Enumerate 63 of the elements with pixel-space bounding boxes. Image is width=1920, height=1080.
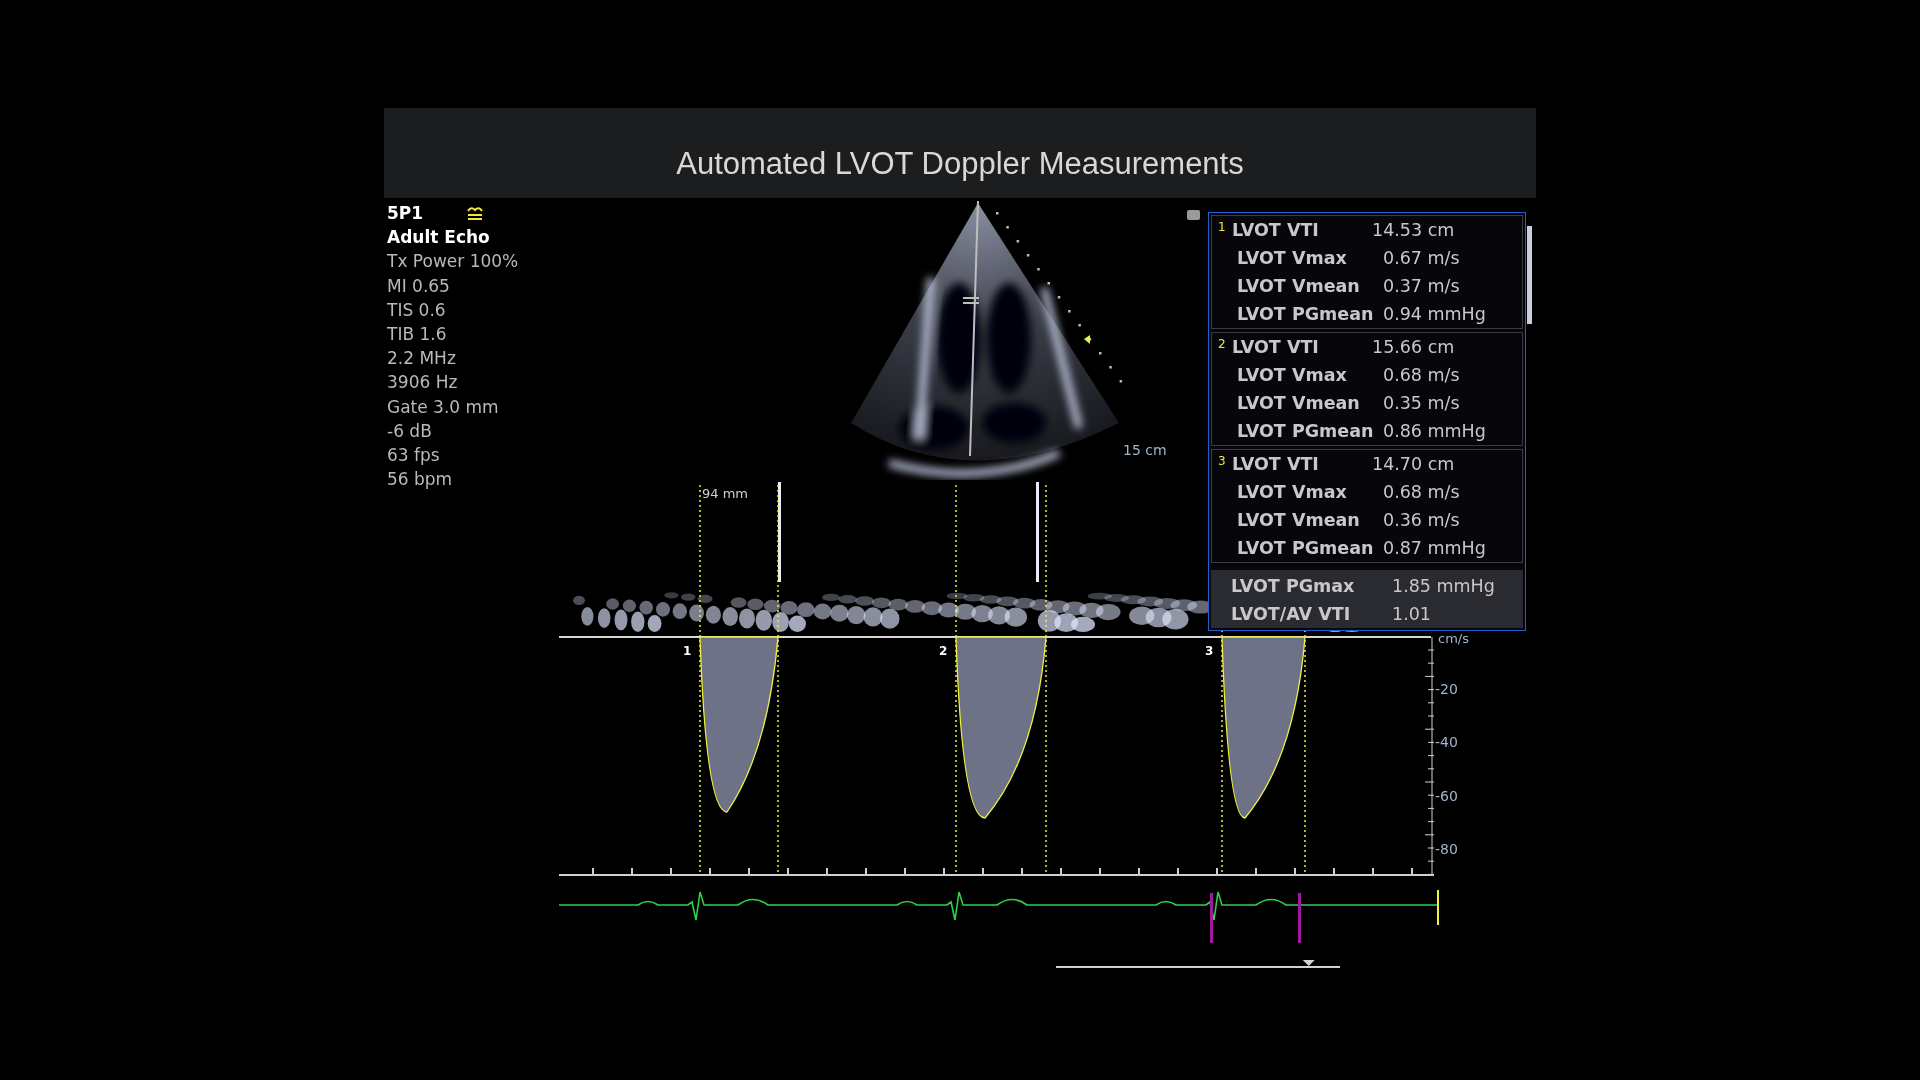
measurement-value: 1.85 mmHg — [1391, 576, 1496, 596]
scale-label: -20 — [1435, 681, 1458, 697]
imaging-parameter: -6 dB — [387, 419, 432, 443]
focus-marker-icon — [1084, 335, 1090, 344]
imaging-parameter: 2.2 MHz — [387, 347, 456, 371]
measurement-label: LVOT VTI — [1232, 220, 1320, 240]
measurement-value: 0.36 m/s — [1382, 510, 1461, 530]
measurement-label: LVOT PGmean — [1237, 421, 1372, 441]
review-slider-track[interactable] — [1056, 960, 1340, 967]
measurement-label: LVOT/AV VTI — [1231, 604, 1352, 624]
measurement-label: LVOT PGmean — [1237, 304, 1372, 324]
imaging-parameter: Gate 3.0 mm — [387, 395, 499, 419]
cycle-number: 1 — [683, 644, 692, 658]
measurement-value: 1.01 — [1391, 604, 1432, 624]
measurement-label: LVOT VTI — [1232, 337, 1320, 357]
scale-label: -80 — [1435, 841, 1458, 857]
cycle-number: 2 — [939, 644, 948, 658]
measurement-value: 0.67 m/s — [1382, 248, 1461, 268]
measurement-group-number: 3 — [1217, 453, 1227, 468]
screen-title: Automated LVOT Doppler Measurements — [676, 146, 1244, 182]
sweep-label: 94 mm — [702, 486, 748, 501]
r-wave-marker — [1298, 893, 1301, 943]
wave-lines-icon — [467, 206, 484, 221]
imaging-parameter: TIB 1.6 — [387, 323, 447, 346]
imaging-parameter: 3906 Hz — [387, 371, 458, 395]
measurement-value: 0.68 m/s — [1382, 482, 1461, 502]
measurement-value: 0.68 m/s — [1382, 365, 1461, 385]
scale-unit: cm/s — [1438, 631, 1469, 646]
depth-label: 15 cm — [1123, 442, 1167, 458]
measurement-label: LVOT Vmax — [1237, 365, 1348, 385]
measurement-value: 0.94 mmHg — [1382, 304, 1487, 324]
measurement-value: 0.35 m/s — [1382, 393, 1461, 413]
imaging-parameter: MI 0.65 — [387, 274, 450, 298]
preset-name: Adult Echo — [387, 226, 490, 250]
measurement-value: 0.86 mmHg — [1382, 421, 1487, 441]
r-wave-marker — [1210, 893, 1213, 943]
square-icon — [1187, 210, 1200, 220]
scale-label: -60 — [1435, 788, 1458, 804]
probe-name: 5P1 — [387, 202, 424, 225]
review-slider-thumb[interactable] — [1302, 960, 1315, 966]
scrollbar[interactable] — [1527, 226, 1532, 324]
imaging-parameter: Tx Power 100% — [387, 250, 519, 274]
cycle-number: 3 — [1205, 644, 1214, 658]
measurement-group-number: 1 — [1217, 219, 1227, 234]
measurement-value: 0.87 mmHg — [1382, 538, 1487, 558]
imaging-parameter: 56 bpm — [387, 468, 453, 492]
measurement-label: LVOT VTI — [1232, 454, 1320, 474]
measurement-label: LVOT Vmax — [1237, 482, 1348, 502]
measurement-label: LVOT Vmax — [1237, 248, 1348, 268]
measurement-label: LVOT PGmean — [1237, 538, 1372, 558]
imaging-parameter: TIS 0.6 — [387, 298, 446, 322]
measurement-label: LVOT PGmax — [1231, 576, 1356, 596]
measurement-label: LVOT Vmean — [1237, 393, 1361, 413]
measurement-value: 0.37 m/s — [1382, 276, 1461, 296]
measurement-group-number: 2 — [1217, 336, 1227, 351]
measurement-value: 14.53 cm — [1372, 220, 1456, 240]
ecg-cursor — [1437, 890, 1439, 925]
scale-label: -40 — [1435, 734, 1458, 750]
measurement-label: LVOT Vmean — [1237, 510, 1361, 530]
measurement-label: LVOT Vmean — [1237, 276, 1361, 296]
imaging-parameter: 63 fps — [387, 444, 440, 468]
measurement-value: 15.66 cm — [1372, 337, 1456, 357]
measurement-value: 14.70 cm — [1372, 454, 1456, 474]
